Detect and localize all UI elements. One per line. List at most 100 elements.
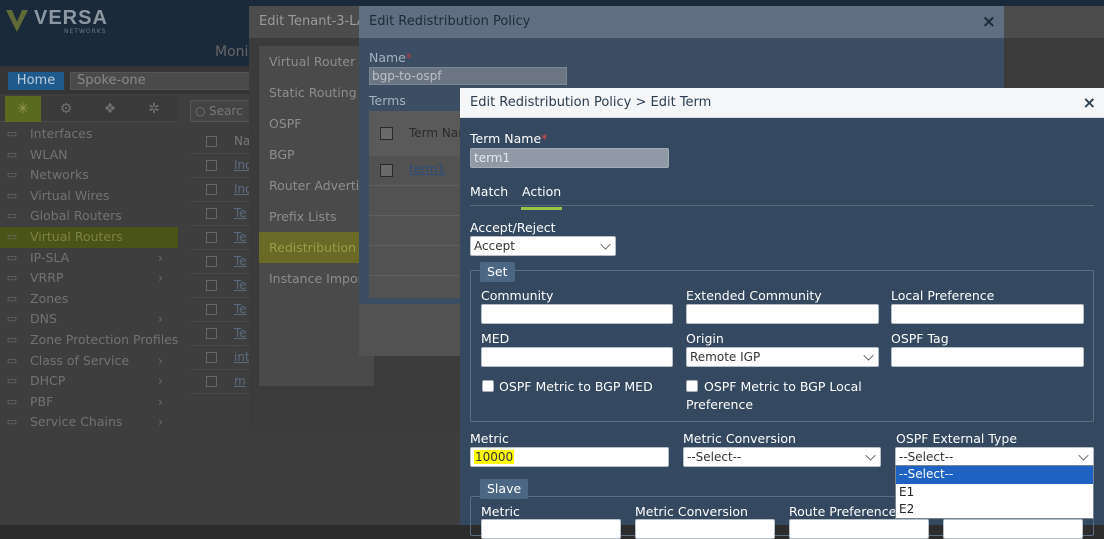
sidebar-item-networks[interactable]: ▭ Networks [0,165,178,186]
dropdown-option-e2[interactable]: E2 [896,501,1093,519]
sidebar-item-interfaces[interactable]: ▭ Interfaces [0,124,178,145]
sidebar-item-zone-protection-profiles[interactable]: ▭ Zone Protection Profiles [0,330,179,351]
sidebar-item-dns[interactable]: ▭ DNS › [0,309,178,330]
origin-select[interactable]: Remote IGP [686,347,879,367]
sidebar-item-zones[interactable]: ▭ Zones [0,289,178,310]
sidebar-item-service-chains[interactable]: ▭ Service Chains › [0,412,178,433]
dropdown-option-e1[interactable]: E1 [896,484,1093,502]
select-all-checkbox[interactable] [380,127,393,140]
sidebar-item-global-routers[interactable]: ▭ Global Routers [0,206,178,227]
ospf-external-type-select[interactable]: --Select-- [895,447,1094,467]
row-checkbox[interactable] [206,280,217,291]
nav-item-redistribution-policies[interactable]: Redistribution Policies [259,232,374,263]
table-row [369,246,469,276]
list-item-link[interactable]: Te [234,230,247,244]
nav-item-instance-import[interactable]: Instance Import [259,263,374,294]
metric-conversion-select[interactable]: --Select-- [683,447,881,467]
tab-objects-icon[interactable]: ❖ [92,96,128,122]
sidebar-item-wlan[interactable]: ▭ WLAN [0,145,178,166]
row-checkbox[interactable] [206,376,217,387]
top-nav-monitor[interactable]: Moni [215,44,248,60]
close-icon[interactable]: × [1083,88,1096,118]
nav-item-prefix-lists[interactable]: Prefix Lists [259,201,374,232]
cos-icon: ▭ [6,353,18,367]
nav-item-router-advertisement[interactable]: Router Advertisement [259,170,374,201]
logo-text: VERSA [34,7,108,29]
ospf-tag-input[interactable] [891,347,1084,367]
dhcp-icon: ▭ [6,374,18,388]
edit-term-dialog-title: Edit Redistribution Policy > Edit Term [470,95,712,110]
chevron-right-icon: › [158,352,163,368]
router-icon: ▭ [6,229,18,243]
tab-match[interactable]: Match [470,184,508,199]
accept-reject-select[interactable]: Accept [470,236,616,256]
tab-action[interactable]: Action [520,184,563,210]
slave-route-preference-input[interactable] [789,519,929,539]
row-checkbox[interactable] [206,256,217,267]
policy-dialog-title: Edit Redistribution Policy [369,14,531,29]
slave-metric-conversion-label: Metric Conversion [635,504,748,519]
search-placeholder: Searc [209,104,243,118]
slave-route-preference-label: Route Preference [789,504,897,519]
slave-metric-input[interactable] [481,519,621,539]
list-item-link[interactable]: Te [234,278,247,292]
network-icon: ▭ [6,168,18,182]
device-selector[interactable]: Spoke-one [70,72,260,90]
search-icon: ○ [195,104,206,118]
list-item-link[interactable]: Te [234,326,247,340]
chevron-right-icon: › [158,311,163,327]
row-checkbox[interactable] [206,352,217,363]
list-item-link[interactable]: int [234,350,250,364]
list-item-link[interactable]: Te [234,206,247,220]
tab-services-icon[interactable]: ✲ [136,96,172,122]
sidebar-item-label: Service Chains [30,414,123,430]
sidebar-item-dhcp[interactable]: ▭ DHCP › [0,371,178,392]
list-item-link[interactable]: Te [234,302,247,316]
sidebar-item-virtual-wires[interactable]: ▭ Virtual Wires [0,186,178,207]
policy-name-field[interactable]: bgp-to-ospf [369,67,567,85]
community-input[interactable] [481,304,673,324]
sidebar-item-pbf[interactable]: ▭ PBF › [0,392,178,413]
sidebar-item-class-of-service[interactable]: ▭ Class of Service › [0,351,178,372]
dropdown-option-select[interactable]: --Select-- [896,466,1093,484]
chevron-down-icon [865,450,876,461]
select-all-checkbox[interactable] [206,136,217,147]
gear-icon: ▭ [6,415,18,429]
sidebar-item-virtual-routers[interactable]: ▭ Virtual Routers [0,226,178,248]
row-checkbox[interactable] [206,184,217,195]
list-item-link[interactable]: Te [234,254,247,268]
term-name-field[interactable]: term1 [470,148,669,168]
extended-community-input[interactable] [686,304,879,324]
term-link[interactable]: term1 [409,162,445,176]
sidebar-item-ip-sla[interactable]: ▭ IP-SLA › [0,248,178,269]
sidebar-item-label: Class of Service [30,352,130,368]
tab-networking-icon[interactable]: ✳ [5,96,41,122]
policy-close-icon[interactable]: × [982,6,996,38]
med-label: MED [481,331,510,346]
row-checkbox[interactable] [380,164,393,177]
tab-settings-icon[interactable]: ⚙ [48,96,84,122]
local-preference-input[interactable] [891,304,1084,324]
nav-item-static-routing[interactable]: Static Routing [259,77,374,108]
chevron-down-icon [600,239,611,250]
nav-item-ospf[interactable]: OSPF [259,108,374,139]
row-checkbox[interactable] [206,328,217,339]
nav-item-virtual-router-details[interactable]: Virtual Router Details [259,46,374,77]
sidebar-item-vrrp[interactable]: ▭ VRRP › [0,268,178,289]
slave-metric-conversion-select[interactable] [635,519,775,539]
row-checkbox[interactable] [206,304,217,315]
community-label: Community [481,288,554,303]
home-button[interactable]: Home [8,72,64,90]
row-checkbox[interactable] [206,160,217,171]
row-checkbox[interactable] [206,232,217,243]
chevron-right-icon: › [158,249,163,265]
metric-input[interactable]: 10000 [470,447,669,467]
sidebar-item-label: Networks [30,167,89,183]
med-input[interactable] [481,347,673,367]
ospf-metric-to-bgp-med-checkbox[interactable] [482,380,494,392]
list-item-link[interactable]: m [234,374,246,388]
slave-extra-input[interactable] [943,519,1083,539]
nav-item-bgp[interactable]: BGP [259,139,374,170]
ospf-metric-to-bgp-local-pref-checkbox[interactable] [686,380,698,392]
row-checkbox[interactable] [206,208,217,219]
